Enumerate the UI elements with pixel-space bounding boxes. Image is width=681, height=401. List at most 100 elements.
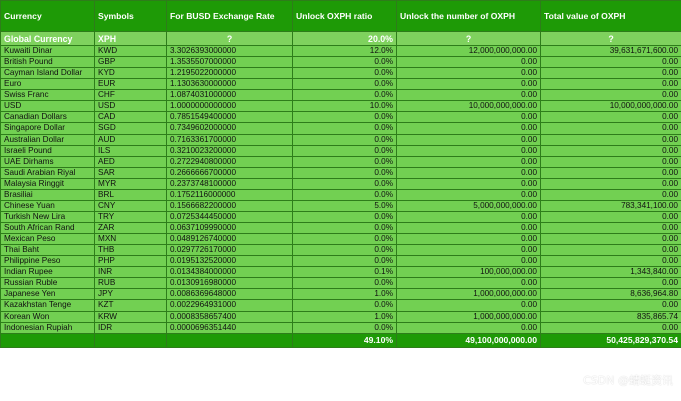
busd-rate-cell: 0.7163361700000 bbox=[166, 133, 293, 146]
symbol-cell: THB bbox=[94, 244, 167, 257]
currency-cell: Brasiliai bbox=[0, 188, 95, 201]
unlock-ratio-cell: 0.0% bbox=[292, 111, 397, 124]
unlock-ratio-cell: 0.0% bbox=[292, 210, 397, 224]
busd-rate-cell: 0.7349602000000 bbox=[166, 122, 293, 135]
unlock-ratio-cell: 0.0% bbox=[292, 166, 397, 179]
unlock-ratio-cell: 0.0% bbox=[292, 188, 397, 201]
symbol-cell: AUD bbox=[94, 133, 167, 146]
total-value-cell: 0.00 bbox=[540, 244, 681, 257]
total-value-cell: 39,631,671,600.00 bbox=[540, 44, 681, 58]
total-value-cell: 835,865.74 bbox=[540, 310, 681, 323]
currency-cell: Japanese Yen bbox=[0, 288, 95, 301]
table-row: Kuwaiti Dinar KWD 3.3026393000000 12.0% 12,0… bbox=[0, 44, 681, 58]
global-unlock-number: ? bbox=[396, 31, 541, 46]
busd-rate-cell: 0.1752116000000 bbox=[166, 188, 293, 201]
unlock-number-cell: 0.00 bbox=[396, 277, 541, 290]
total-value-cell: 0.00 bbox=[540, 111, 681, 124]
table-row: Brasiliai BRL 0.1752116000000 0.0% 0.00 0.00 bbox=[0, 188, 681, 201]
total-value-cell: 8,636,964.80 bbox=[540, 288, 681, 301]
symbol-cell: IDR bbox=[94, 321, 167, 334]
header-total-value: Total value of OXPH bbox=[540, 0, 681, 32]
unlock-ratio-cell: 1.0% bbox=[292, 288, 397, 301]
total-value-cell: 0.00 bbox=[540, 277, 681, 290]
header-busd-rate: For BUSD Exchange Rate bbox=[166, 0, 293, 32]
unlock-ratio-cell: 0.0% bbox=[292, 56, 397, 69]
total-row: 49.10% 49,100,000,000.00 50,425,829,370.54 bbox=[0, 332, 681, 348]
unlock-ratio-cell: 0.0% bbox=[292, 122, 397, 135]
table-row: Saudi Arabian Riyal SAR 0.2666666700000 0.0… bbox=[0, 166, 681, 179]
busd-rate-cell: 0.2722940800000 bbox=[166, 155, 293, 168]
currency-cell: Korean Won bbox=[0, 310, 95, 323]
symbol-cell: MXN bbox=[94, 233, 167, 246]
total-value-cell: 783,341,100.00 bbox=[540, 199, 681, 212]
total-busd-rate-cell bbox=[166, 332, 293, 348]
table-row: South African Rand ZAR 0.0637109990000 0.0%… bbox=[0, 221, 681, 235]
table-row: Cayman Island Dollar KYD 1.2195022000000 0.… bbox=[0, 67, 681, 80]
unlock-number-cell: 0.00 bbox=[396, 56, 541, 69]
currency-cell: Kuwaiti Dinar bbox=[0, 44, 95, 58]
symbol-cell: SAR bbox=[94, 166, 167, 179]
unlock-number-cell: 1,000,000,000.00 bbox=[396, 288, 541, 301]
currency-cell: Euro bbox=[0, 78, 95, 91]
table-row: Chinese Yuan CNY 0.1566682200000 5.0% 5,000,… bbox=[0, 199, 681, 212]
table-row: Malaysia Ringgit MYR 0.2373748100000 0.0% 0.… bbox=[0, 177, 681, 190]
header-unlock-number: Unlock the number of OXPH bbox=[396, 0, 541, 32]
busd-rate-cell: 0.2373748100000 bbox=[166, 177, 293, 190]
total-value-cell: 0.00 bbox=[540, 166, 681, 179]
busd-rate-cell: 1.3535507000000 bbox=[166, 56, 293, 69]
table-row: Singapore Dollar SGD 0.7349602000000 0.0% 0.… bbox=[0, 122, 681, 135]
currency-cell: Malaysia Ringgit bbox=[0, 177, 95, 190]
table-row: Euro EUR 1.1303630000000 0.0% 0.00 0.00 bbox=[0, 78, 681, 91]
busd-rate-cell: 0.0130916980000 bbox=[166, 277, 293, 290]
busd-rate-cell: 1.0874031000000 bbox=[166, 89, 293, 102]
total-value-cell: 0.00 bbox=[540, 122, 681, 135]
table-row: Indonesian Rupiah IDR 0.0000696351440 0.0% 0… bbox=[0, 321, 681, 334]
currency-cell: Thai Baht bbox=[0, 244, 95, 257]
header-unlock-ratio: Unlock OXPH ratio bbox=[292, 0, 397, 32]
unlock-number-cell: 0.00 bbox=[396, 133, 541, 146]
symbol-cell: CNY bbox=[94, 199, 167, 212]
currency-cell: Philippine Peso bbox=[0, 255, 95, 268]
currency-cell: USD bbox=[0, 100, 95, 113]
table-row: Kazakhstan Tenge KZT 0.0022964931000 0.0% 0.… bbox=[0, 299, 681, 312]
symbol-cell: KZT bbox=[94, 299, 167, 312]
currency-cell: Kazakhstan Tenge bbox=[0, 299, 95, 312]
unlock-number-cell: 0.00 bbox=[396, 177, 541, 190]
header-currency: Currency bbox=[0, 0, 95, 32]
symbol-cell: INR bbox=[94, 266, 167, 279]
unlock-number-cell: 0.00 bbox=[396, 144, 541, 157]
busd-rate-cell: 0.0008358657400 bbox=[166, 310, 293, 323]
unlock-number-cell: 0.00 bbox=[396, 67, 541, 80]
unlock-ratio-cell: 1.0% bbox=[292, 310, 397, 323]
unlock-number-cell: 0.00 bbox=[396, 155, 541, 168]
unlock-number-cell: 0.00 bbox=[396, 89, 541, 102]
symbol-cell: ILS bbox=[94, 144, 167, 157]
currency-cell: Australian Dollar bbox=[0, 133, 95, 146]
unlock-ratio-cell: 0.0% bbox=[292, 155, 397, 168]
busd-rate-cell: 3.3026393000000 bbox=[166, 44, 293, 58]
busd-rate-cell: 0.0086369648000 bbox=[166, 288, 293, 301]
total-value-cell: 0.00 bbox=[540, 67, 681, 80]
unlock-ratio-cell: 0.0% bbox=[292, 277, 397, 290]
total-value-cell: 0.00 bbox=[540, 56, 681, 69]
busd-rate-cell: 0.7851549400000 bbox=[166, 111, 293, 124]
table-row: Canadian Dollars CAD 0.7851549400000 0.0% 0.… bbox=[0, 111, 681, 124]
total-value-cell: 0.00 bbox=[540, 144, 681, 157]
unlock-ratio-cell: 0.0% bbox=[292, 144, 397, 157]
symbol-cell: SGD bbox=[94, 122, 167, 135]
currency-cell: Canadian Dollars bbox=[0, 111, 95, 124]
busd-rate-cell: 0.1566682200000 bbox=[166, 199, 293, 212]
table-row: USD USD 1.0000000000000 10.0% 10,000,000,000… bbox=[0, 100, 681, 113]
unlock-ratio-cell: 0.0% bbox=[292, 255, 397, 268]
symbol-cell: KRW bbox=[94, 310, 167, 323]
total-value-cell: 1,343,840.00 bbox=[540, 266, 681, 279]
global-busd-rate: ? bbox=[166, 31, 293, 46]
unlock-number-cell: 0.00 bbox=[396, 122, 541, 135]
currency-cell: Chinese Yuan bbox=[0, 199, 95, 212]
global-total-value: ? bbox=[540, 31, 681, 46]
total-value-cell: 0.00 bbox=[540, 210, 681, 224]
unlock-number-cell: 5,000,000,000.00 bbox=[396, 199, 541, 212]
unlock-number-cell: 0.00 bbox=[396, 321, 541, 334]
csdn-watermark: CSDN @蜻蜓资讯 bbox=[583, 374, 673, 387]
symbol-cell: MYR bbox=[94, 177, 167, 190]
